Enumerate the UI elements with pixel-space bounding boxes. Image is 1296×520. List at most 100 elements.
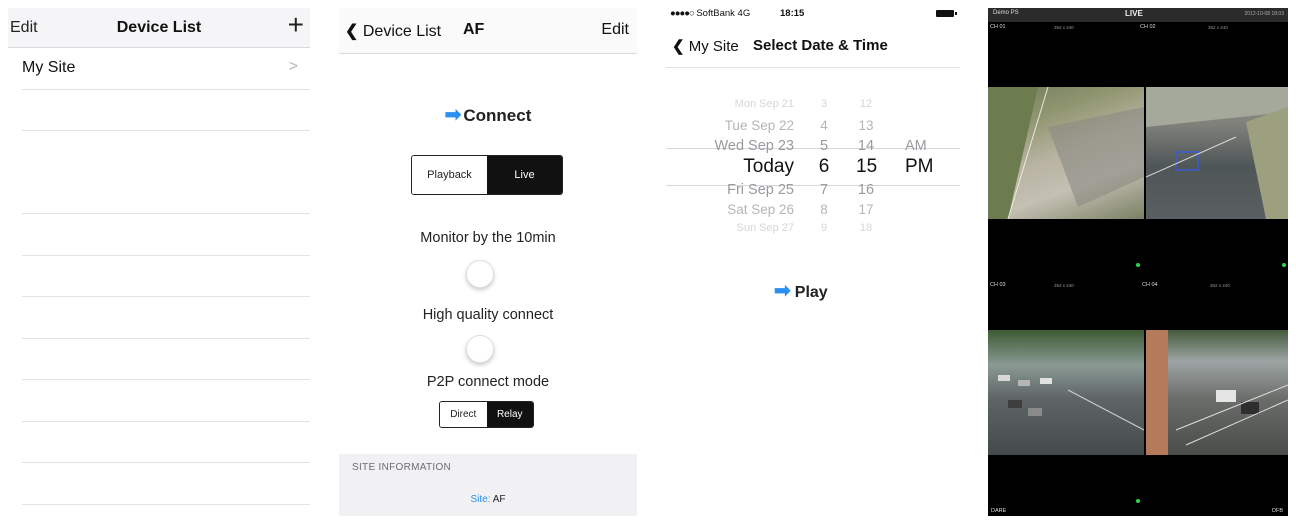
channel-resolution: 352 x 240 bbox=[1210, 283, 1230, 288]
picker-day-option[interactable]: Wed Sep 23 bbox=[714, 138, 794, 154]
status-bar: ●●●●○ SoftBank 4G 18:15 bbox=[670, 8, 804, 19]
connect-label: Connect bbox=[463, 106, 532, 125]
navigation-bar: Edit Device List + bbox=[8, 8, 310, 48]
empty-row bbox=[22, 339, 310, 380]
picker-minute-option[interactable]: 13 bbox=[856, 118, 876, 133]
channel-label: CH 01 bbox=[990, 24, 1006, 30]
site-info-row: Site: AF bbox=[339, 494, 637, 505]
site-information-section: SITE INFORMATION Site: AF bbox=[339, 454, 637, 516]
channel-resolution: 352 x 240 bbox=[1054, 25, 1074, 30]
empty-row bbox=[22, 90, 310, 131]
live-header: Demo PS LIVE 2012-10-08 18:03 bbox=[988, 8, 1288, 22]
picker-minute-option[interactable]: 18 bbox=[856, 222, 876, 234]
mode-segmented-control: Playback Live bbox=[411, 155, 563, 195]
settings-body: ➡ Connect Playback Live Monitor by the 10… bbox=[339, 54, 637, 454]
picker-minute-option[interactable]: 17 bbox=[856, 202, 876, 217]
picker-hour-option[interactable]: 4 bbox=[816, 118, 832, 133]
list-item-my-site[interactable]: My Site > bbox=[22, 48, 310, 90]
empty-row bbox=[22, 463, 310, 505]
picker-hour-option[interactable]: 3 bbox=[816, 98, 832, 110]
date-time-screen: ●●●●○ SoftBank 4G 18:15 ❮ My Site Select… bbox=[666, 8, 960, 516]
status-dot-icon bbox=[1136, 499, 1140, 503]
signal-icon: ●●●●○ bbox=[670, 8, 695, 19]
high-quality-toggle[interactable] bbox=[466, 335, 494, 363]
monitor-toggle[interactable] bbox=[466, 260, 494, 288]
page-title: Select Date & Time bbox=[753, 37, 888, 54]
site-key: Site: bbox=[470, 494, 491, 505]
site-name: Demo PS bbox=[993, 10, 1019, 16]
add-device-button[interactable]: + bbox=[288, 11, 304, 39]
empty-row bbox=[22, 131, 310, 214]
live-view-screen: Demo PS LIVE 2012-10-08 18:03 CH 01 352 … bbox=[988, 8, 1288, 516]
monitor-label: Monitor by the 10min bbox=[420, 230, 556, 246]
edit-button[interactable]: Edit bbox=[601, 21, 629, 39]
navigation-bar: ❮ Device List AF Edit bbox=[339, 8, 637, 54]
p2p-mode-label: P2P connect mode bbox=[426, 374, 550, 390]
play-button[interactable]: ➡ Play bbox=[774, 278, 828, 303]
network-label: 4G bbox=[737, 8, 751, 19]
empty-row bbox=[22, 256, 310, 297]
chevron-left-icon: ❮ bbox=[345, 23, 363, 40]
picker-hour-option[interactable]: 6 bbox=[816, 156, 832, 178]
channel-label: CH 02 bbox=[1140, 24, 1156, 30]
bottom-right-label: DFB bbox=[1272, 508, 1283, 514]
camera-feed-ch01[interactable] bbox=[988, 87, 1144, 219]
picker-day-option[interactable]: Mon Sep 21 bbox=[735, 98, 794, 110]
back-button[interactable]: ❮ Device List bbox=[345, 21, 441, 41]
timestamp: 2012-10-08 18:03 bbox=[1244, 11, 1284, 17]
play-label: Play bbox=[794, 284, 828, 301]
camera-scene bbox=[1146, 87, 1288, 219]
picker-minute-option[interactable]: 15 bbox=[856, 156, 877, 178]
segment-playback[interactable]: Playback bbox=[412, 156, 487, 194]
app-screens: Edit Device List + My Site > ❮ Device Li… bbox=[0, 0, 1296, 520]
high-quality-label: High quality connect bbox=[422, 307, 554, 323]
date-time-picker[interactable]: Mon Sep 21 Tue Sep 22 Wed Sep 23 Today Fri S… bbox=[666, 82, 960, 252]
picker-hour-option[interactable]: 8 bbox=[816, 202, 832, 217]
picker-day-option[interactable]: Today bbox=[743, 156, 794, 178]
navigation-bar: ❮ My Site Select Date & Time bbox=[666, 23, 960, 68]
list-item-label: My Site bbox=[22, 59, 76, 76]
carrier-label: SoftBank bbox=[696, 8, 735, 19]
camera-feed-ch02[interactable] bbox=[1146, 87, 1288, 219]
mode-label: LIVE bbox=[1125, 9, 1143, 18]
picker-day-option[interactable]: Sat Sep 26 bbox=[727, 202, 794, 217]
picker-minute-option[interactable]: 16 bbox=[856, 182, 876, 198]
empty-row bbox=[22, 297, 310, 339]
picker-day-option[interactable]: Sun Sep 27 bbox=[737, 222, 795, 234]
picker-day-option[interactable]: Fri Sep 25 bbox=[727, 182, 794, 198]
picker-minute-option[interactable]: 14 bbox=[856, 138, 876, 154]
back-button[interactable]: ❮ My Site bbox=[672, 37, 739, 55]
segment-live[interactable]: Live bbox=[487, 156, 562, 194]
camera-feed-ch03[interactable] bbox=[988, 330, 1144, 455]
channel-resolution: 352 x 240 bbox=[1208, 25, 1228, 30]
picker-ampm-option[interactable]: PM bbox=[905, 156, 934, 178]
device-settings-screen: ❮ Device List AF Edit ➡ Connect Playback … bbox=[339, 8, 637, 516]
clock: 18:15 bbox=[780, 8, 805, 19]
picker-ampm-option[interactable]: AM bbox=[905, 138, 927, 154]
arrow-right-icon: ➡ bbox=[774, 280, 791, 302]
back-label: Device List bbox=[362, 23, 442, 40]
picker-hour-option[interactable]: 7 bbox=[816, 182, 832, 198]
picker-hour-option[interactable]: 5 bbox=[816, 138, 832, 154]
chevron-right-icon: > bbox=[288, 58, 298, 75]
battery-icon bbox=[936, 10, 957, 17]
segment-direct[interactable]: Direct bbox=[440, 402, 487, 427]
device-list-screen: Edit Device List + My Site > bbox=[8, 8, 310, 516]
arrow-right-icon: ➡ bbox=[444, 104, 462, 126]
site-value: AF bbox=[492, 494, 506, 505]
picker-hour-option[interactable]: 9 bbox=[816, 222, 832, 234]
status-dot-icon bbox=[1136, 263, 1140, 267]
picker-minute-option[interactable]: 12 bbox=[856, 98, 876, 110]
status-dot-icon bbox=[1282, 263, 1286, 267]
bottom-left-label: DARE bbox=[991, 508, 1007, 514]
picker-day-option[interactable]: Tue Sep 22 bbox=[725, 118, 794, 133]
channel-label: CH 03 bbox=[990, 282, 1006, 288]
connect-button[interactable]: ➡ Connect bbox=[339, 102, 637, 127]
chevron-left-icon: ❮ bbox=[672, 38, 689, 55]
empty-row bbox=[22, 422, 310, 463]
page-title: AF bbox=[463, 21, 485, 38]
segment-relay[interactable]: Relay bbox=[486, 402, 533, 427]
camera-feed-ch04[interactable] bbox=[1146, 330, 1288, 455]
camera-scene bbox=[998, 375, 1144, 431]
p2p-segmented-control: Direct Relay bbox=[439, 401, 534, 428]
